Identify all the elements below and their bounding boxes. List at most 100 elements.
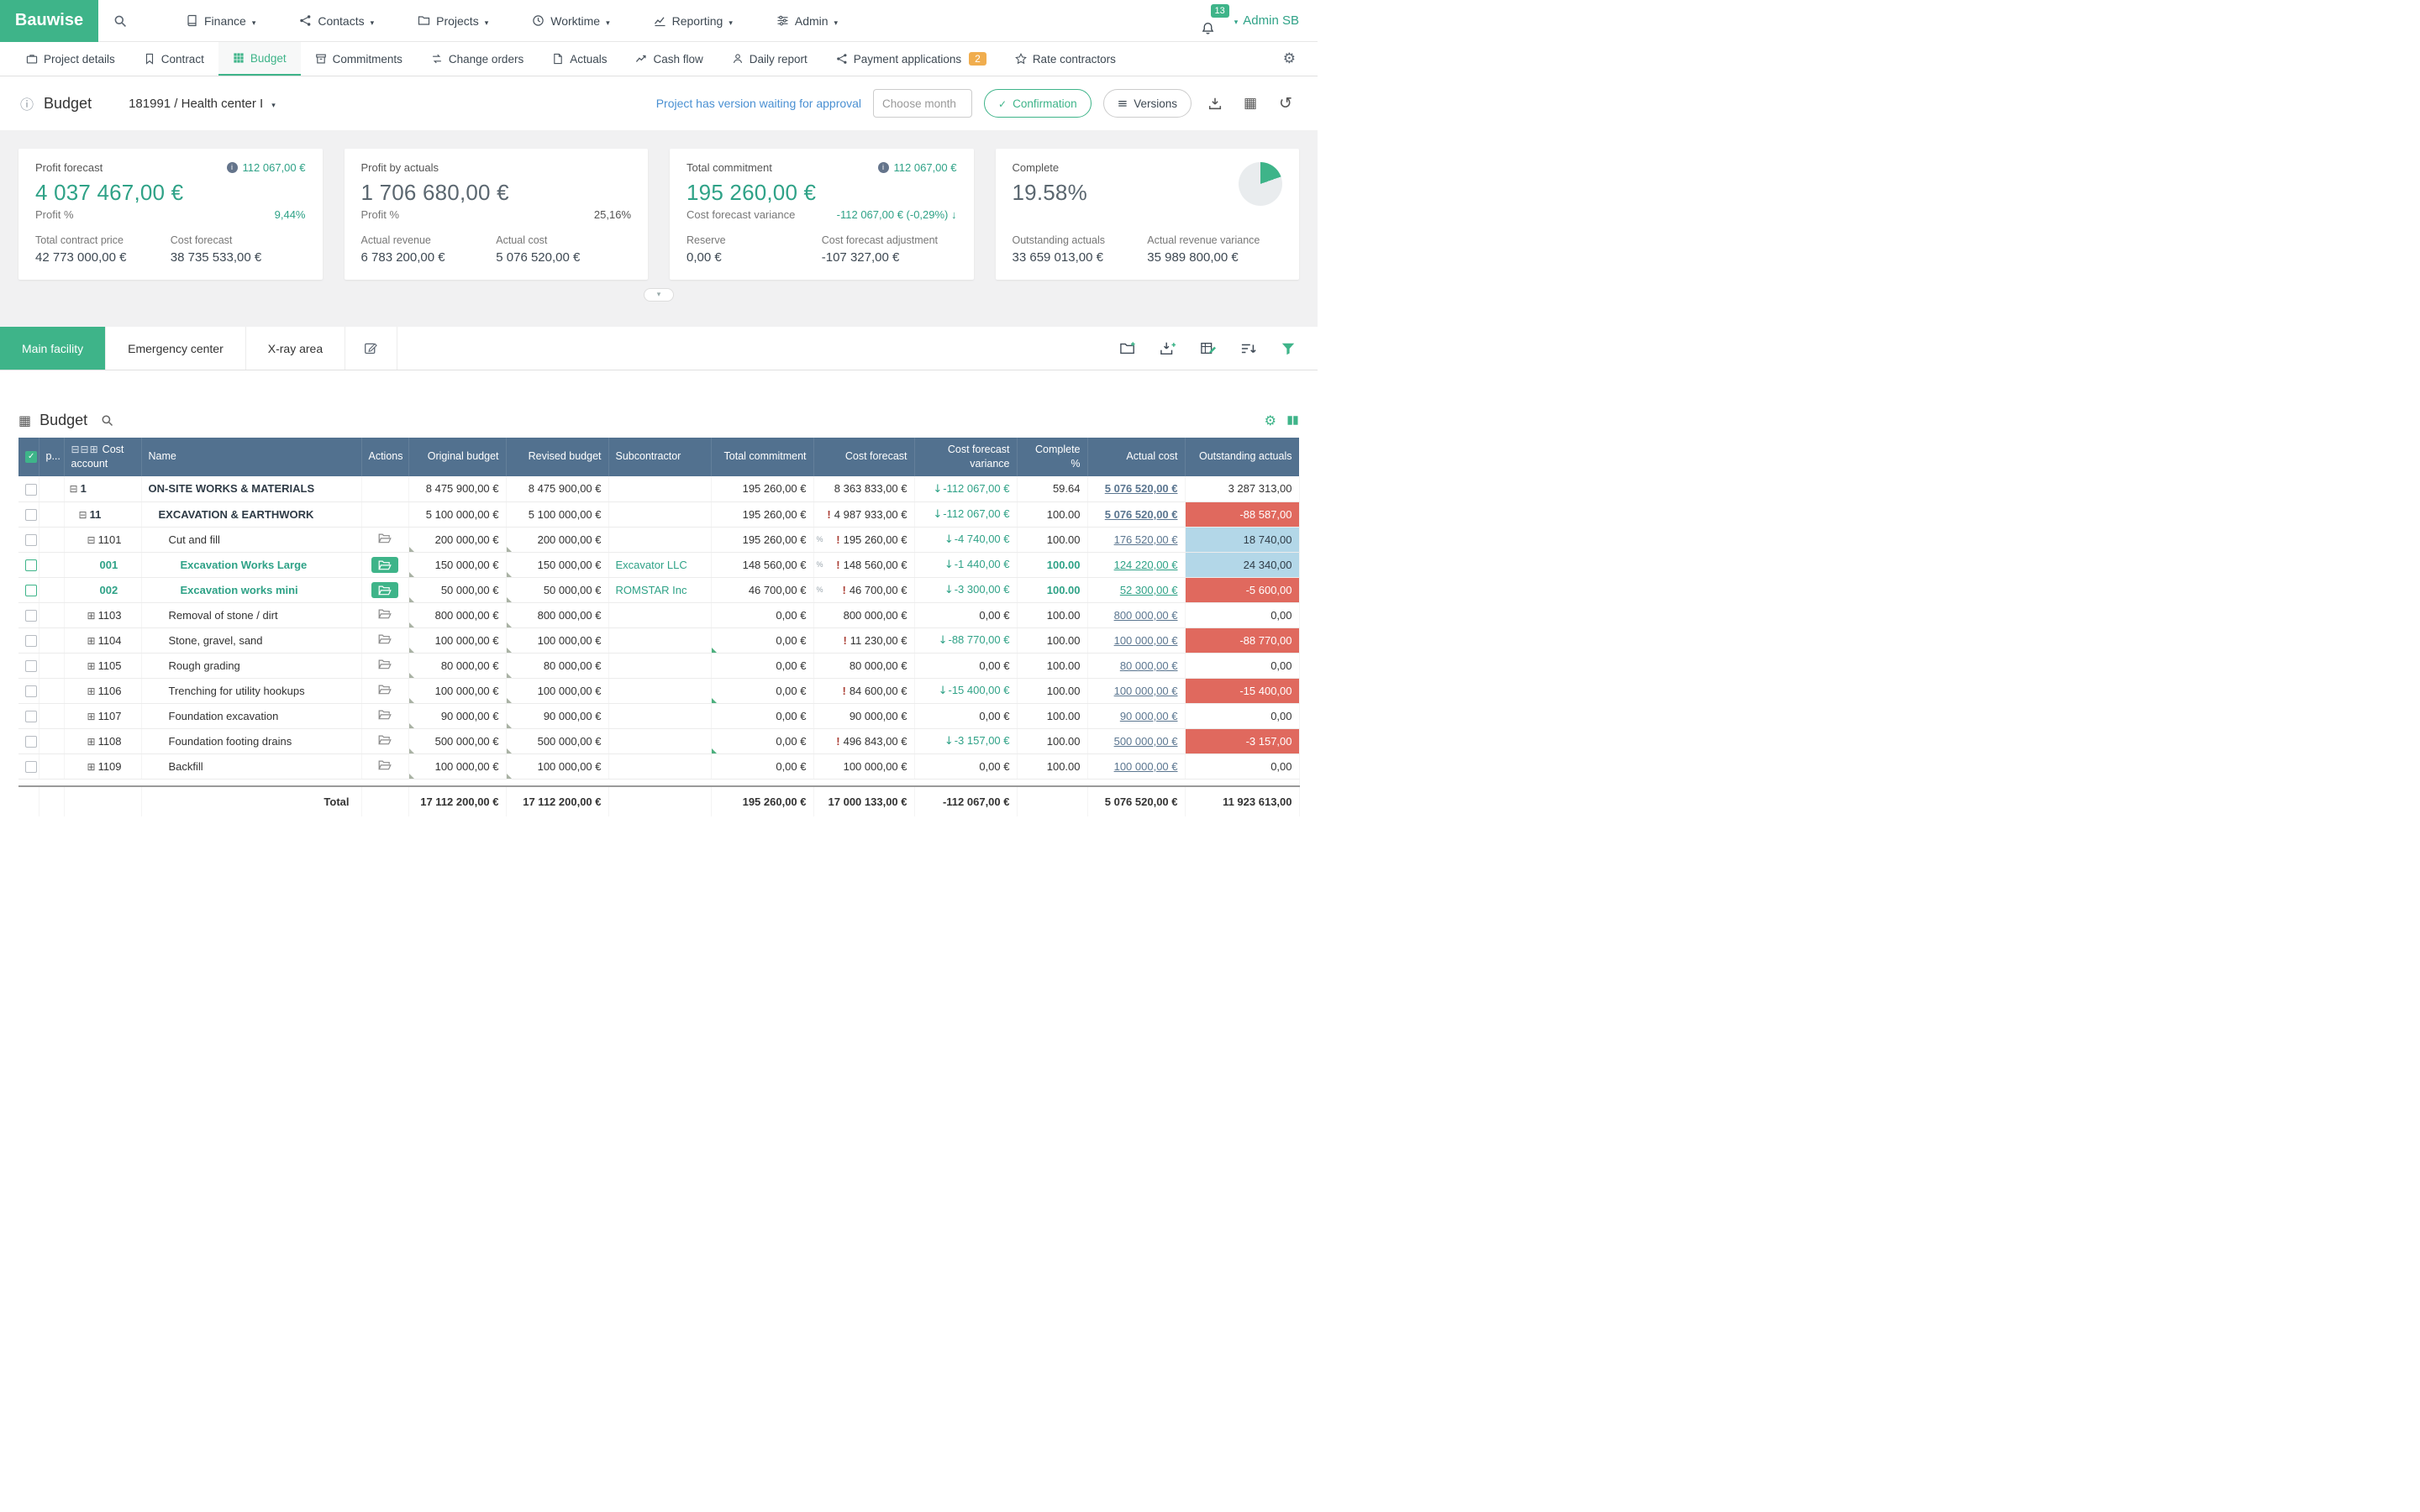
collapse-icon[interactable]: ⊟ xyxy=(79,509,87,521)
open-commitments-button[interactable] xyxy=(378,709,392,720)
notifications-button[interactable]: 13 xyxy=(1201,6,1226,36)
subcontractor-link[interactable]: ROMSTAR Inc xyxy=(616,584,687,596)
table-settings-gear-icon[interactable]: ⚙ xyxy=(1265,412,1276,428)
app-logo[interactable]: Bauwise xyxy=(0,0,98,42)
columns-icon[interactable] xyxy=(1286,414,1299,427)
nav-item-worktime[interactable]: Worktime xyxy=(510,0,631,42)
tab-payment-applications[interactable]: Payment applications2 xyxy=(822,42,1001,76)
row-checkbox[interactable] xyxy=(25,484,37,496)
nav-item-projects[interactable]: Projects xyxy=(396,0,510,42)
row-checkbox[interactable] xyxy=(25,761,37,773)
facility-tab-2[interactable]: Emergency center xyxy=(106,327,246,370)
collapse-cards-button[interactable] xyxy=(644,288,674,302)
col-original-budget-header[interactable]: Original budget xyxy=(408,438,506,476)
open-commitments-button[interactable] xyxy=(378,734,392,745)
actual-cost-link[interactable]: 5 076 520,00 € xyxy=(1105,508,1178,521)
tab-commitments[interactable]: Commitments xyxy=(301,42,417,76)
history-icon[interactable]: ↺ xyxy=(1274,92,1297,115)
actual-cost-link[interactable]: 100 000,00 € xyxy=(1114,634,1178,647)
versions-button[interactable]: Versions xyxy=(1103,89,1192,118)
row-checkbox[interactable] xyxy=(25,635,37,647)
actual-cost-link[interactable]: 800 000,00 € xyxy=(1114,609,1178,622)
tree-collapse-expand-icons[interactable] xyxy=(71,444,99,455)
import-icon[interactable] xyxy=(1160,341,1176,356)
edit-facility-tabs-button[interactable] xyxy=(345,327,397,370)
open-commitments-button[interactable] xyxy=(378,759,392,770)
row-checkbox[interactable] xyxy=(25,534,37,546)
row-checkbox[interactable] xyxy=(25,509,37,521)
expand-icon[interactable]: ⊞ xyxy=(87,685,96,697)
col-total-commitment-header[interactable]: Total commitment xyxy=(711,438,813,476)
tab-change-orders[interactable]: Change orders xyxy=(417,42,538,76)
col-cost-forecast-variance-header[interactable]: Cost forecast variance xyxy=(914,438,1017,476)
row-checkbox[interactable] xyxy=(25,711,37,722)
row-checkbox[interactable] xyxy=(25,559,37,571)
col-p-header[interactable]: p... xyxy=(39,438,64,476)
choose-month-input[interactable] xyxy=(873,89,972,118)
open-commitments-button[interactable] xyxy=(378,659,392,669)
actual-cost-link[interactable]: 90 000,00 € xyxy=(1120,710,1178,722)
select-all-checkbox[interactable] xyxy=(25,451,37,463)
confirmation-button[interactable]: Confirmation xyxy=(984,89,1092,118)
open-commitments-button[interactable] xyxy=(371,582,398,598)
open-commitments-button[interactable] xyxy=(378,633,392,644)
nav-item-reporting[interactable]: Reporting xyxy=(632,0,755,42)
tab-settings-gear-icon[interactable]: ⚙ xyxy=(1283,42,1318,76)
row-checkbox[interactable] xyxy=(25,660,37,672)
actual-cost-link[interactable]: 100 000,00 € xyxy=(1114,760,1178,773)
global-search-icon[interactable] xyxy=(98,14,142,28)
expand-icon[interactable]: ⊞ xyxy=(87,660,96,672)
expand-icon[interactable]: ⊞ xyxy=(87,711,96,722)
col-cost-forecast-header[interactable]: Cost forecast xyxy=(813,438,914,476)
version-approval-link[interactable]: Project has version waiting for approval xyxy=(656,97,861,110)
row-checkbox[interactable] xyxy=(25,736,37,748)
user-menu[interactable]: Admin SB xyxy=(1234,13,1299,28)
actual-cost-link[interactable]: 5 076 520,00 € xyxy=(1105,482,1178,495)
col-name-header[interactable]: Name xyxy=(141,438,361,476)
info-icon[interactable]: ⓘ xyxy=(20,93,34,113)
actual-cost-link[interactable]: 124 220,00 € xyxy=(1114,559,1178,571)
expand-icon[interactable]: ⊞ xyxy=(87,610,96,622)
col-revised-budget-header[interactable]: Revised budget xyxy=(506,438,608,476)
add-folder-icon[interactable] xyxy=(1119,341,1136,356)
subcontractor-link[interactable]: Excavator LLC xyxy=(616,559,687,571)
expand-icon[interactable]: ⊞ xyxy=(87,761,96,773)
open-commitments-button[interactable] xyxy=(371,557,398,573)
facility-tab-3[interactable]: X-ray area xyxy=(246,327,345,370)
tab-project-details[interactable]: Project details xyxy=(12,42,129,76)
col-complete-header[interactable]: Complete % xyxy=(1017,438,1087,476)
row-checkbox[interactable] xyxy=(25,585,37,596)
collapse-icon[interactable]: ⊟ xyxy=(70,483,78,495)
col-cost-account-header[interactable]: Cost account xyxy=(64,438,141,476)
tab-rate-contractors[interactable]: Rate contractors xyxy=(1001,42,1130,76)
sort-icon[interactable] xyxy=(1240,341,1257,356)
tab-budget[interactable]: Budget xyxy=(218,42,301,76)
col-subcontractor-header[interactable]: Subcontractor xyxy=(608,438,711,476)
table-view-icon[interactable]: ▦ xyxy=(1239,92,1262,115)
actual-cost-link[interactable]: 52 300,00 € xyxy=(1120,584,1178,596)
actual-cost-link[interactable]: 100 000,00 € xyxy=(1114,685,1178,697)
download-icon[interactable] xyxy=(1203,92,1227,115)
nav-item-contacts[interactable]: Contacts xyxy=(277,0,396,42)
collapse-icon[interactable]: ⊟ xyxy=(87,534,96,546)
table-search-icon[interactable] xyxy=(101,414,113,427)
actual-cost-link[interactable]: 500 000,00 € xyxy=(1114,735,1178,748)
row-checkbox[interactable] xyxy=(25,685,37,697)
tab-daily-report[interactable]: Daily report xyxy=(718,42,822,76)
facility-tab-1[interactable]: Main facility xyxy=(0,327,106,370)
row-checkbox[interactable] xyxy=(25,610,37,622)
col-actual-cost-header[interactable]: Actual cost xyxy=(1087,438,1185,476)
tab-actuals[interactable]: Actuals xyxy=(538,42,621,76)
actual-cost-link[interactable]: 80 000,00 € xyxy=(1120,659,1178,672)
col-outstanding-actuals-header[interactable]: Outstanding actuals xyxy=(1185,438,1299,476)
open-commitments-button[interactable] xyxy=(378,533,392,543)
project-selector[interactable]: 181991 / Health center I xyxy=(129,97,276,111)
expand-icon[interactable]: ⊞ xyxy=(87,635,96,647)
expand-icon[interactable]: ⊞ xyxy=(87,736,96,748)
nav-item-finance[interactable]: Finance xyxy=(164,0,277,42)
tab-cash-flow[interactable]: Cash flow xyxy=(621,42,717,76)
open-commitments-button[interactable] xyxy=(378,608,392,619)
edit-table-icon[interactable] xyxy=(1200,341,1217,356)
tab-contract[interactable]: Contract xyxy=(129,42,218,76)
filter-icon[interactable] xyxy=(1281,341,1296,356)
